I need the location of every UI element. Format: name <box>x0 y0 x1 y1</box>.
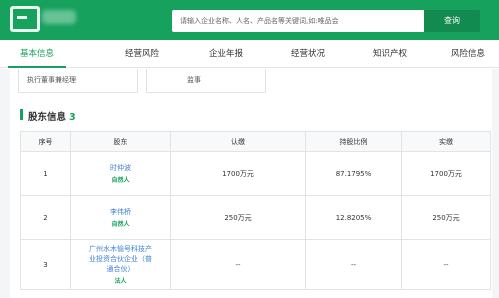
table-row: 1 时仲波 自然人 1700万元 87.1795% 1700万元 <box>20 151 491 196</box>
tab-risk-info[interactable]: 风险信息 <box>440 40 496 68</box>
section-title-shareholders: 股东信息 3 <box>28 109 76 123</box>
shareholder-type-tag: 自然人 <box>111 177 130 184</box>
shareholders-table: 序号 股东 认缴 持股比例 实缴 1 时仲波 自然人 1700万元 87.179… <box>20 131 491 290</box>
table-row: 3 广州水木愉号科技产业投资合伙企业（普通合伙） 法人 -- -- -- <box>20 239 491 290</box>
shareholder-cell: 广州水木愉号科技产业投资合伙企业（普通合伙） 法人 <box>70 239 171 290</box>
paid-amount: 250万元 <box>401 195 491 240</box>
person-role-label: 监事 <box>187 76 201 84</box>
column-header: 认缴 <box>170 131 306 152</box>
section-accent-bar <box>20 109 23 120</box>
subscribed-amount: 1700万元 <box>170 151 306 196</box>
shareholder-name-link[interactable]: 时仲波 <box>71 163 170 173</box>
tab-annual-report[interactable]: 企业年报 <box>194 40 258 68</box>
top-header: 查询 <box>0 0 499 40</box>
shareholder-cell: 李伟桥 自然人 <box>70 195 171 240</box>
shareholder-type-tag: 法人 <box>114 278 127 285</box>
column-header: 持股比例 <box>305 131 402 152</box>
share-ratio: 12.8205% <box>305 195 402 240</box>
main-content: 执行董事兼经理 监事 股东信息 3 序号 股东 认缴 持股比例 实缴 1 时仲波… <box>0 69 499 298</box>
person-role-label: 执行董事兼经理 <box>27 76 76 84</box>
row-index: 2 <box>20 195 71 240</box>
search-button[interactable]: 查询 <box>424 10 480 32</box>
shareholder-count: 3 <box>69 112 76 123</box>
paid-amount: -- <box>401 239 491 290</box>
column-header: 股东 <box>70 131 171 152</box>
shareholder-name-link[interactable]: 广州水木愉号科技产业投资合伙企业（普通合伙） <box>87 244 155 274</box>
info-card: 执行董事兼经理 监事 股东信息 3 序号 股东 认缴 持股比例 实缴 1 时仲波… <box>10 69 492 298</box>
table-header-row: 序号 股东 认缴 持股比例 实缴 <box>20 131 491 152</box>
share-ratio: -- <box>305 239 402 290</box>
logo-icon[interactable] <box>10 6 40 32</box>
tab-intellectual-property[interactable]: 知识产权 <box>358 40 422 68</box>
shareholder-type-tag: 自然人 <box>111 221 130 228</box>
column-header: 序号 <box>20 131 71 152</box>
tab-basic-info[interactable]: 基本信息 <box>8 40 66 68</box>
subscribed-amount: -- <box>170 239 306 290</box>
shareholder-cell: 时仲波 自然人 <box>70 151 171 196</box>
table-row: 2 李伟桥 自然人 250万元 12.8205% 250万元 <box>20 195 491 240</box>
section-title-text: 股东信息 <box>28 112 67 123</box>
tab-operation-risk[interactable]: 经营风险 <box>110 40 174 68</box>
search-input[interactable] <box>172 10 424 32</box>
logo-text-blurred <box>42 10 76 24</box>
subscribed-amount: 250万元 <box>170 195 306 240</box>
column-header: 实缴 <box>401 131 491 152</box>
person-card-supervisor[interactable]: 监事 <box>146 69 266 93</box>
paid-amount: 1700万元 <box>401 151 491 196</box>
person-card-director[interactable]: 执行董事兼经理 <box>18 69 138 93</box>
tab-operation-status[interactable]: 经营状况 <box>276 40 340 68</box>
row-index: 1 <box>20 151 71 196</box>
row-index: 3 <box>20 239 71 290</box>
nav-tabs: 基本信息 经营风险 企业年报 经营状况 知识产权 风险信息 <box>0 40 499 68</box>
shareholder-name-link[interactable]: 李伟桥 <box>71 207 170 217</box>
share-ratio: 87.1795% <box>305 151 402 196</box>
